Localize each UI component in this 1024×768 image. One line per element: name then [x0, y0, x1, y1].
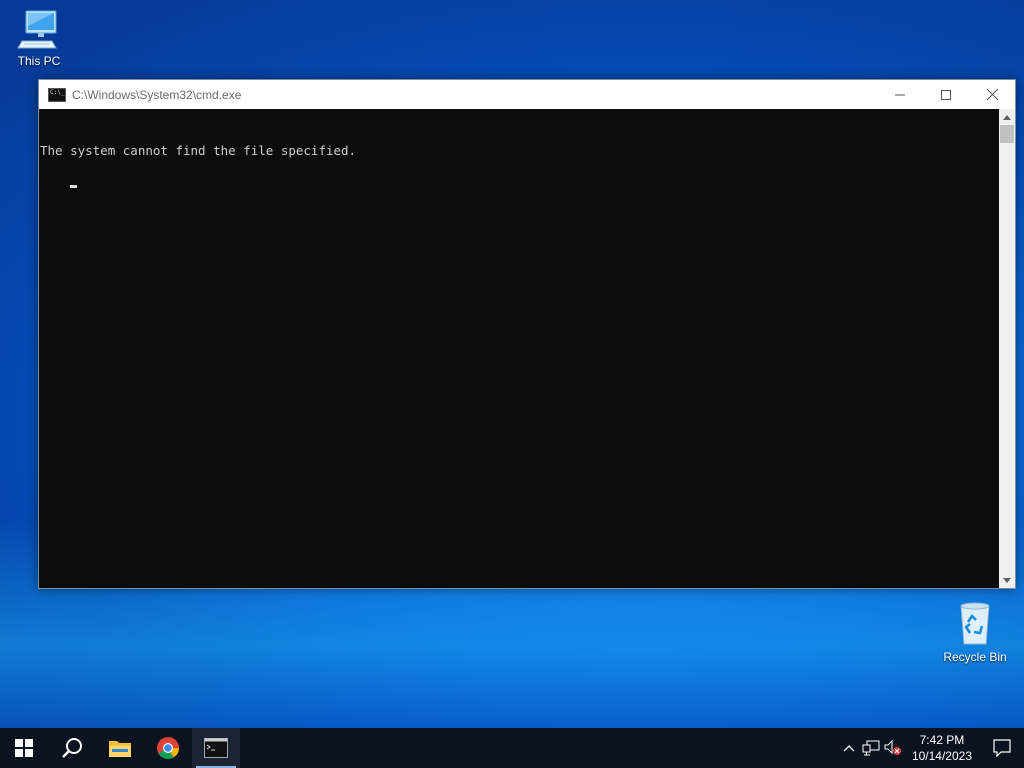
this-pc-label: This PC [17, 54, 61, 68]
show-hidden-icons-button[interactable] [838, 728, 860, 768]
console-output[interactable]: The system cannot find the file specifie… [39, 109, 999, 588]
close-button[interactable] [969, 80, 1015, 109]
recycle-bin-desktop-icon[interactable]: Recycle Bin [938, 600, 1012, 664]
this-pc-desktop-icon[interactable]: This PC [2, 8, 76, 68]
maximize-button[interactable] [923, 80, 969, 109]
clock[interactable]: 7:42 PM 10/14/2023 [904, 732, 980, 764]
minimize-icon [895, 94, 905, 95]
clock-date: 10/14/2023 [911, 749, 972, 763]
chrome-button[interactable] [144, 728, 192, 768]
scroll-thumb[interactable] [1000, 125, 1014, 143]
cmd-icon [204, 738, 228, 758]
chevron-up-icon [843, 745, 855, 752]
maximize-icon [941, 89, 951, 100]
chrome-icon [157, 737, 179, 759]
recycle-bin-icon [960, 602, 990, 645]
volume-muted-icon [884, 740, 901, 755]
window-title: C:\Windows\System32\cmd.exe [72, 87, 242, 102]
chevron-down-icon [1003, 577, 1011, 583]
recycle-bin-label: Recycle Bin [943, 650, 1007, 664]
action-center-button[interactable] [980, 728, 1024, 768]
scroll-down-button[interactable] [999, 572, 1015, 588]
search-button[interactable] [48, 728, 96, 768]
console-line: The system cannot find the file specifie… [40, 143, 357, 158]
computer-icon [17, 10, 57, 49]
clock-time: 7:42 PM [919, 733, 965, 747]
folder-icon [109, 741, 131, 757]
notification-icon [993, 739, 1011, 757]
cmd-taskbar-button[interactable] [192, 728, 240, 768]
network-icon [862, 740, 880, 756]
close-icon [986, 89, 998, 100]
minimize-button[interactable] [877, 80, 923, 109]
system-tray: 7:42 PM 10/14/2023 [838, 728, 1024, 768]
cmd-window[interactable]: C:\_ C:\Windows\System32\cmd.exe The sys… [38, 79, 1016, 589]
scroll-up-button[interactable] [999, 109, 1015, 125]
taskbar: 7:42 PM 10/14/2023 [0, 728, 1024, 768]
search-icon [62, 738, 82, 758]
vertical-scrollbar[interactable] [999, 109, 1015, 588]
text-cursor [70, 185, 78, 188]
volume-button[interactable] [882, 728, 904, 768]
file-explorer-button[interactable] [96, 728, 144, 768]
cmd-app-icon[interactable]: C:\_ [48, 87, 66, 102]
network-button[interactable] [860, 728, 882, 768]
window-titlebar[interactable]: C:\_ C:\Windows\System32\cmd.exe [39, 80, 1015, 109]
start-button[interactable] [0, 728, 48, 768]
chevron-up-icon [1003, 114, 1011, 120]
windows-logo-icon [15, 739, 33, 757]
